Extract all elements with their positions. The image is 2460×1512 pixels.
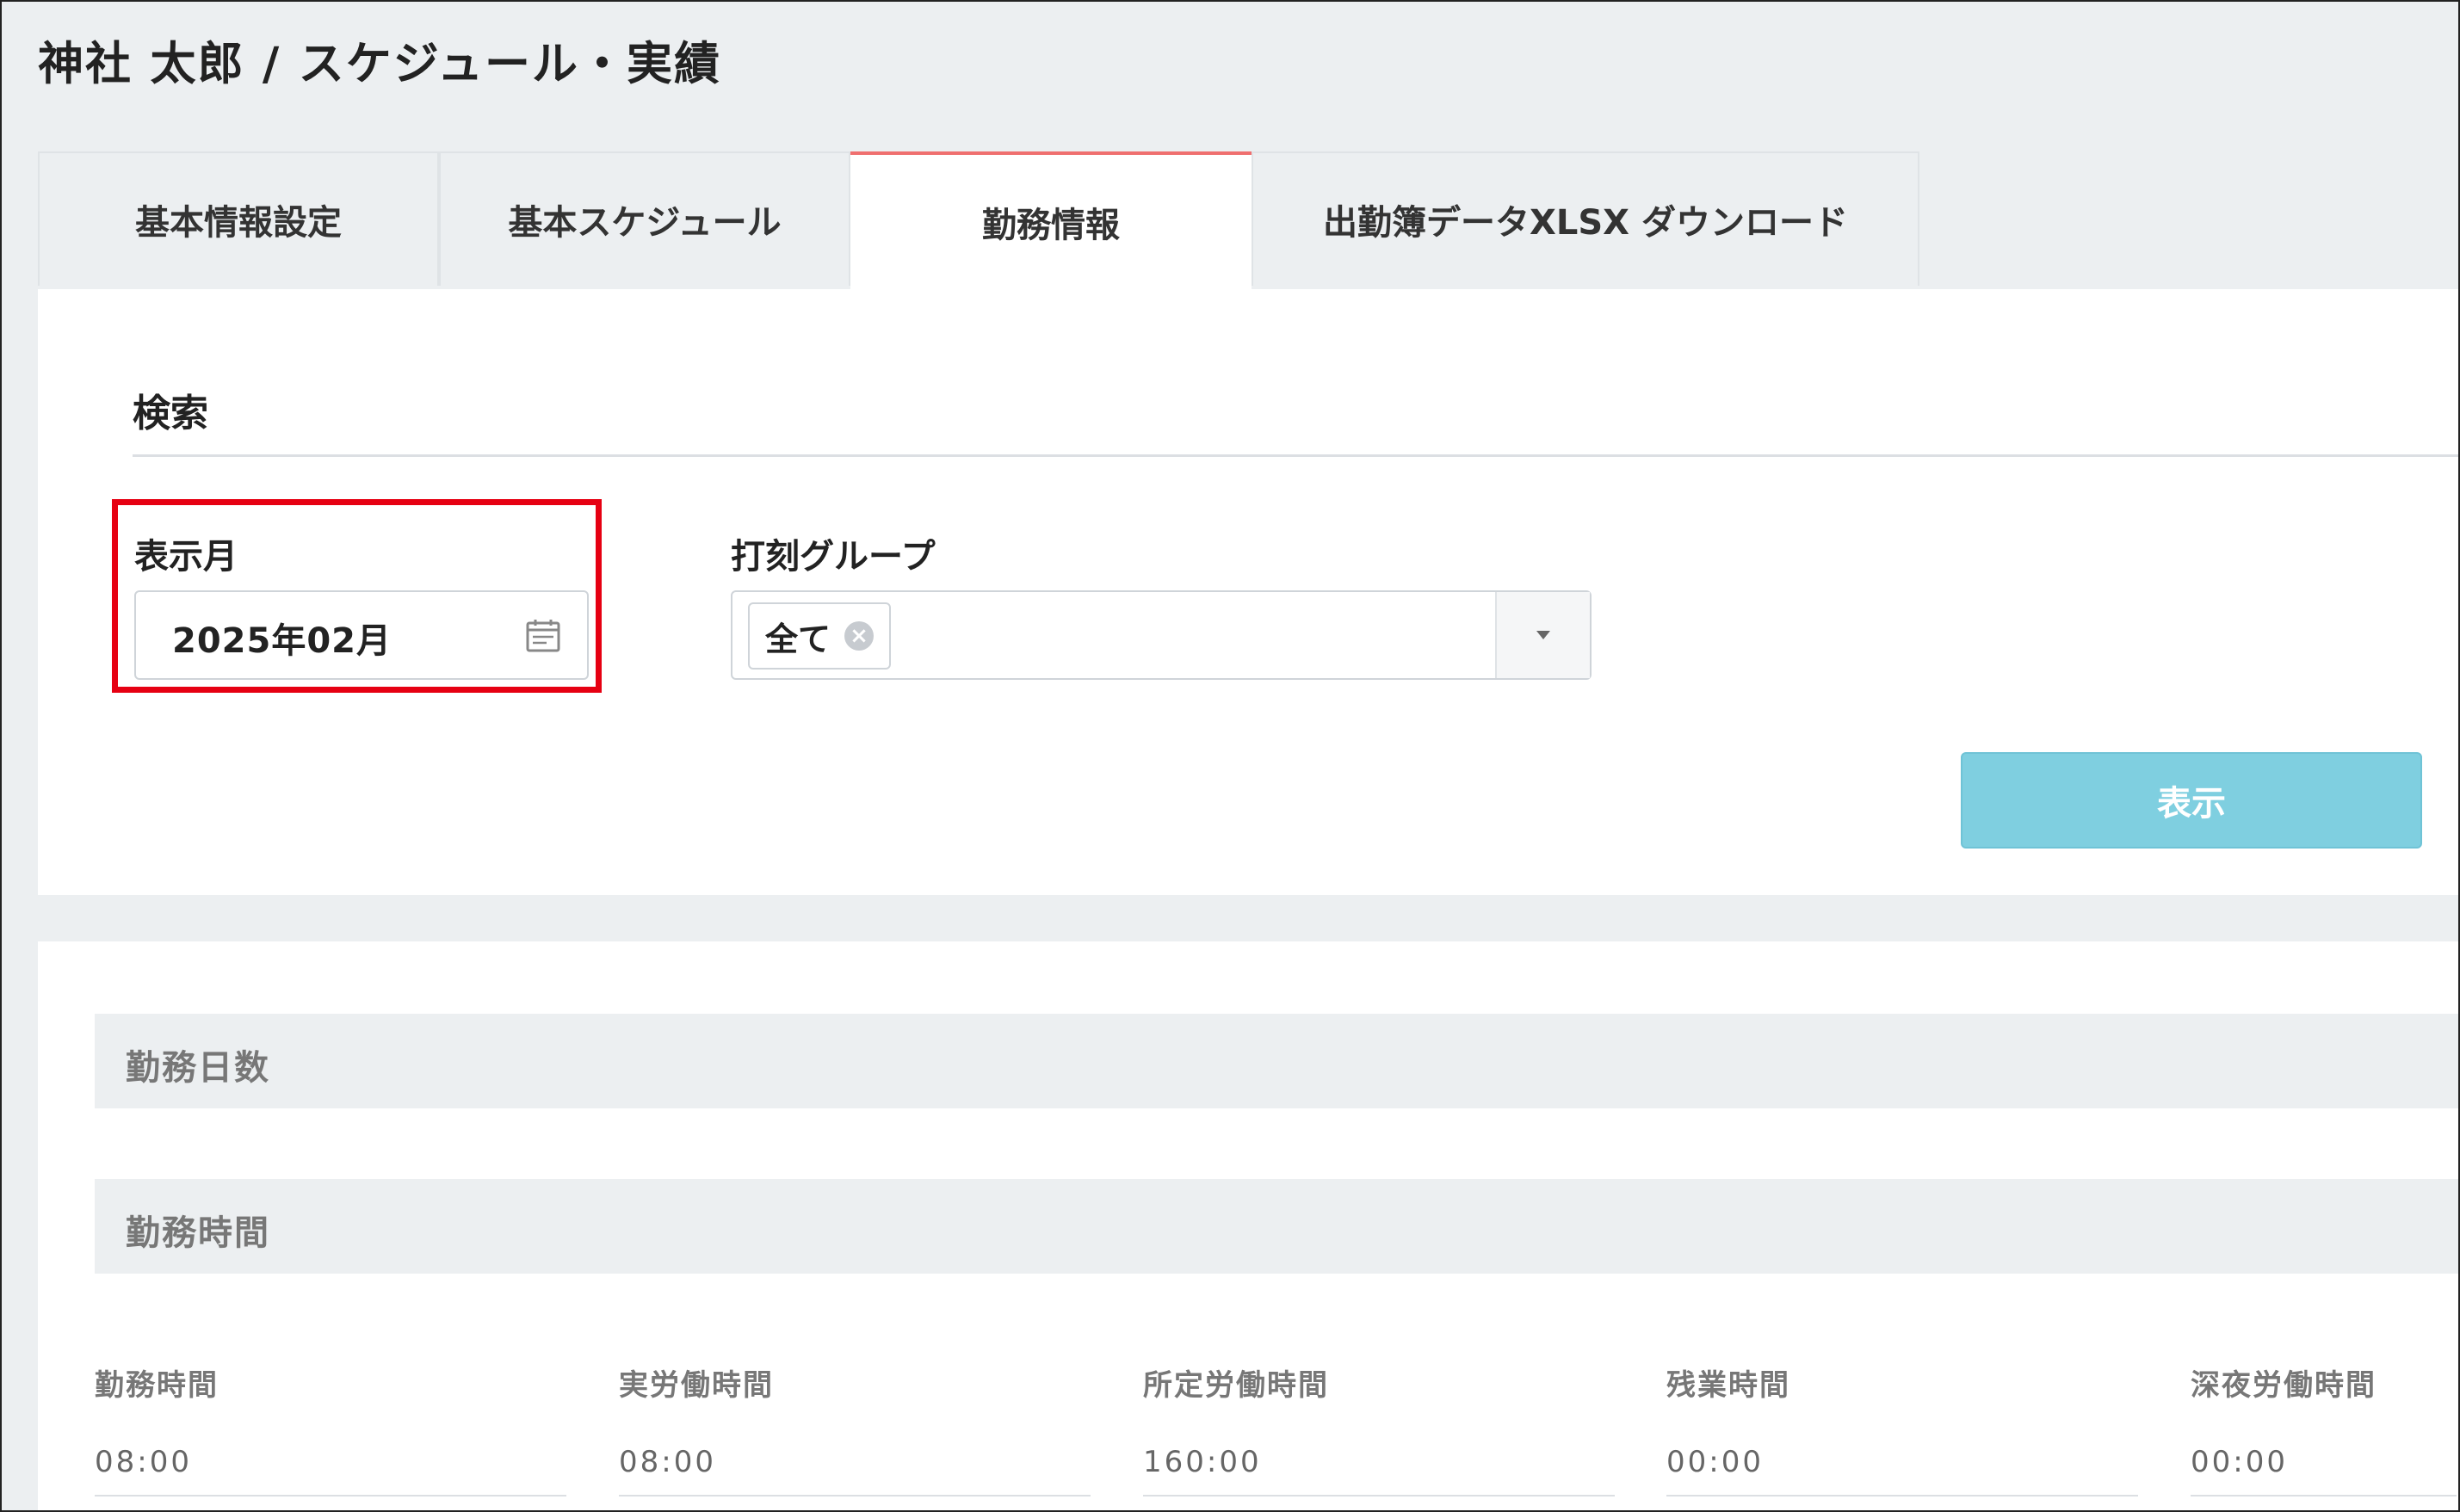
stat-value: 08:00 [95, 1445, 192, 1479]
work-days-header: 勤務日数 [95, 1014, 2458, 1108]
stat-divider [1666, 1495, 2138, 1497]
month-value: 2025年02月 [172, 621, 392, 661]
tab-xlsx-download[interactable]: 出勤簿データXLSX ダウンロード [1252, 151, 1919, 286]
stat-value: 00:00 [2191, 1445, 2288, 1479]
stat-label: 所定労働時間 [1143, 1368, 1329, 1403]
stat-label: 残業時間 [1666, 1368, 1790, 1403]
show-button[interactable]: 表示 [1961, 752, 2422, 849]
search-panel: 検索 表示月 2025年02月 打刻グループ 全て × 表示 [38, 289, 2458, 895]
month-label: 表示月 [134, 537, 238, 577]
dropdown-toggle[interactable] [1495, 592, 1590, 678]
work-days-title: 勤務日数 [126, 1048, 270, 1088]
stat-value: 160:00 [1143, 1445, 1262, 1479]
stat-value: 08:00 [619, 1445, 716, 1479]
stat-night-work-time: 深夜労働時間 00:00 [2191, 1361, 2457, 1497]
search-section-title: 検索 [133, 392, 208, 435]
calendar-icon[interactable] [525, 618, 561, 654]
stat-scheduled-work-time: 所定労働時間 160:00 [1143, 1361, 1615, 1497]
section-divider [133, 454, 2458, 457]
selected-group-chip: 全て × [748, 602, 892, 670]
stat-label: 実労働時間 [619, 1368, 774, 1403]
work-time-title: 勤務時間 [126, 1213, 270, 1253]
tab-basic-schedule[interactable]: 基本スケジュール [439, 151, 850, 286]
month-picker-input[interactable]: 2025年02月 [134, 590, 589, 680]
stat-divider [1143, 1495, 1615, 1497]
app-window: 神社 太郎 / スケジュール・実績 基本情報設定 基本スケジュール 勤務情報 出… [0, 0, 2460, 1512]
stat-work-time: 勤務時間 08:00 [95, 1361, 566, 1497]
stat-value: 00:00 [1666, 1445, 1764, 1479]
work-time-header: 勤務時間 [95, 1179, 2458, 1274]
stat-divider [95, 1495, 566, 1497]
chip-label: 全て [765, 620, 831, 658]
stat-actual-work-time: 実労働時間 08:00 [619, 1361, 1091, 1497]
page-title: 神社 太郎 / スケジュール・実績 [38, 38, 722, 90]
tab-basic-info[interactable]: 基本情報設定 [38, 151, 439, 286]
stat-label: 深夜労働時間 [2191, 1368, 2377, 1403]
stat-divider [2191, 1495, 2457, 1497]
tab-work-info[interactable]: 勤務情報 [850, 151, 1252, 289]
clear-icon[interactable]: × [844, 621, 875, 651]
stat-divider [619, 1495, 1091, 1497]
punch-group-label: 打刻グループ [731, 537, 936, 577]
punch-group-select[interactable]: 全て × [731, 590, 1592, 680]
stat-overtime: 残業時間 00:00 [1666, 1361, 2138, 1497]
caret-down-icon [1536, 631, 1550, 639]
stat-label: 勤務時間 [95, 1368, 219, 1403]
